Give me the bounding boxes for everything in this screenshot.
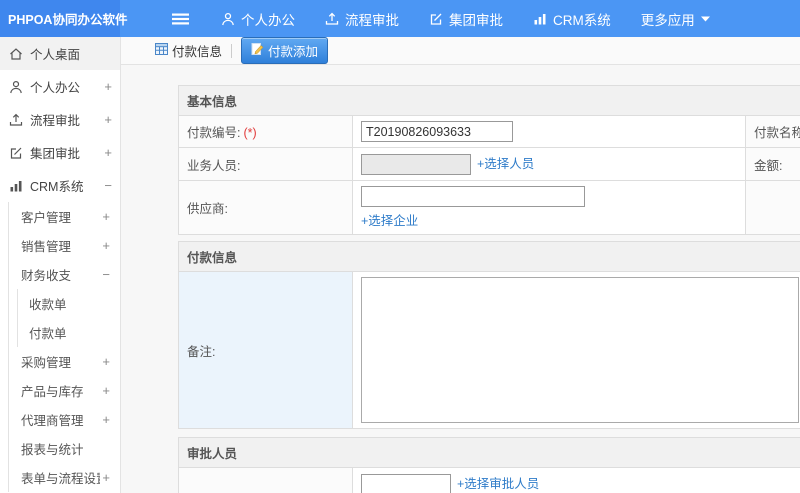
sidebar-item-sales-mgmt[interactable]: 销售管理 + [9, 231, 120, 260]
tab-strip: 付款信息 付款添加 [121, 37, 800, 65]
section-title: 付款信息 [178, 241, 800, 273]
amount-label: 金额: [754, 158, 783, 173]
sidebar-item-customer-mgmt[interactable]: 客户管理 + [9, 202, 120, 231]
section-basic-info: 基本信息 付款编号:(*) 付款名称:(*) 业务人员: [178, 85, 800, 236]
form-content: 基本信息 付款编号:(*) 付款名称:(*) 业务人员: [121, 65, 800, 493]
menu-icon[interactable] [172, 12, 189, 26]
table-icon [155, 43, 168, 58]
edit-icon [429, 12, 443, 26]
sidebar-item-personal-desktop[interactable]: 个人桌面 [0, 37, 120, 70]
top-nav: 个人办公 流程审批 集团审批 CRM系统 更多应用 [120, 0, 710, 37]
sidebar-item-payment-order[interactable]: 付款单 [18, 318, 120, 347]
section-title: 审批人员 [178, 437, 800, 469]
user-icon [9, 80, 23, 94]
topnav-flow-approval[interactable]: 流程审批 [325, 9, 399, 29]
select-person-link[interactable]: +选择人员 [477, 157, 534, 171]
sidebar-item-receipt-order[interactable]: 收款单 [18, 289, 120, 318]
tab-payment-add[interactable]: 付款添加 [241, 37, 329, 64]
top-bar: PHPOA协同办公软件 个人办公 流程审批 集团审批 CRM系统 更多应用 [0, 0, 800, 37]
tab-payment-info[interactable]: 付款信息 [155, 41, 222, 60]
flow-icon [325, 12, 339, 26]
collapse-icon[interactable]: − [104, 178, 112, 193]
topnav-group-approval[interactable]: 集团审批 [429, 9, 503, 29]
required-mark: (*) [243, 126, 257, 140]
flow-icon [9, 113, 23, 127]
supplier-label: 供应商: [187, 202, 228, 217]
approver-input[interactable] [361, 474, 451, 493]
expand-icon[interactable]: + [102, 470, 110, 485]
app-logo: PHPOA协同办公软件 [0, 0, 127, 37]
crm-submenu: 客户管理 + 销售管理 + 财务收支 − 收款单 付款单 采购管理 + 产品与库… [8, 202, 120, 492]
section-title: 基本信息 [178, 85, 800, 116]
row-set-approver: 设置审批人员:(*) +选择审批人员 提醒审批人员：短消息提示 注：流程第一步审… [178, 467, 800, 493]
caret-down-icon [700, 16, 710, 22]
expand-icon[interactable]: + [104, 145, 112, 160]
expand-icon[interactable]: + [102, 209, 110, 224]
sidebar-item-crm[interactable]: CRM系统 − [0, 169, 120, 202]
sidebar-item-agent-mgmt[interactable]: 代理商管理 + [9, 405, 120, 434]
sidebar-item-reports-stats[interactable]: 报表与统计 [9, 434, 120, 463]
sidebar-item-group-approval[interactable]: 集团审批 + [0, 136, 120, 169]
chart-icon [533, 12, 547, 26]
payment-name-label: 付款名称: [754, 126, 800, 140]
row-payment-no: 付款编号:(*) 付款名称:(*) [178, 115, 800, 148]
topnav-crm[interactable]: CRM系统 [533, 9, 611, 29]
finance-submenu: 收款单 付款单 [17, 289, 120, 347]
row-supplier: 供应商: +选择企业 [178, 180, 800, 236]
section-approval: 审批人员 设置审批人员:(*) +选择审批人员 提醒审批人员：短消息提示 注：流… [178, 437, 800, 493]
form-add-icon [251, 43, 264, 58]
business-person-input [361, 154, 471, 176]
expand-icon[interactable]: + [102, 354, 110, 369]
row-remark: 备注: [178, 271, 800, 430]
sidebar: 个人桌面 个人办公 + 流程审批 + 集团审批 + CRM系统 − 客户管理 + [0, 37, 121, 493]
expand-icon[interactable]: + [102, 412, 110, 427]
tab-divider [231, 43, 233, 58]
expand-icon[interactable]: + [102, 383, 110, 398]
edit-icon [9, 146, 23, 160]
topnav-personal-office[interactable]: 个人办公 [221, 9, 295, 29]
expand-icon[interactable]: + [104, 79, 112, 94]
sidebar-item-purchase-mgmt[interactable]: 采购管理 + [9, 347, 120, 376]
remark-textarea[interactable] [361, 277, 799, 424]
payment-no-label: 付款编号: [187, 126, 241, 140]
select-company-link[interactable]: +选择企业 [361, 210, 737, 229]
chart-icon [9, 179, 23, 193]
row-business-person: 业务人员: +选择人员 金额: [178, 146, 800, 182]
sidebar-item-finance[interactable]: 财务收支 − [9, 260, 120, 289]
main-area: 付款信息 付款添加 基本信息 付款编号: (*) T20190826093633… [121, 37, 800, 493]
supplier-input[interactable] [361, 186, 585, 208]
topnav-more-apps[interactable]: 更多应用 [641, 9, 710, 29]
sidebar-item-form-flow-settings[interactable]: 表单与流程设置 + [9, 463, 120, 492]
sidebar-item-flow-approval[interactable]: 流程审批 + [0, 103, 120, 136]
collapse-icon[interactable]: − [102, 267, 110, 282]
expand-icon[interactable]: + [102, 238, 110, 253]
home-icon [9, 47, 23, 61]
sidebar-item-product-inventory[interactable]: 产品与库存 + [9, 376, 120, 405]
expand-icon[interactable]: + [104, 112, 112, 127]
payment-no-input[interactable] [361, 121, 513, 142]
sidebar-item-personal-office[interactable]: 个人办公 + [0, 70, 120, 103]
select-approver-link[interactable]: +选择审批人员 [457, 477, 539, 491]
section-payment-info: 付款信息 备注: [178, 241, 800, 430]
user-icon [221, 12, 235, 26]
business-person-label: 业务人员: [187, 158, 241, 173]
remark-label: 备注: [187, 344, 216, 359]
